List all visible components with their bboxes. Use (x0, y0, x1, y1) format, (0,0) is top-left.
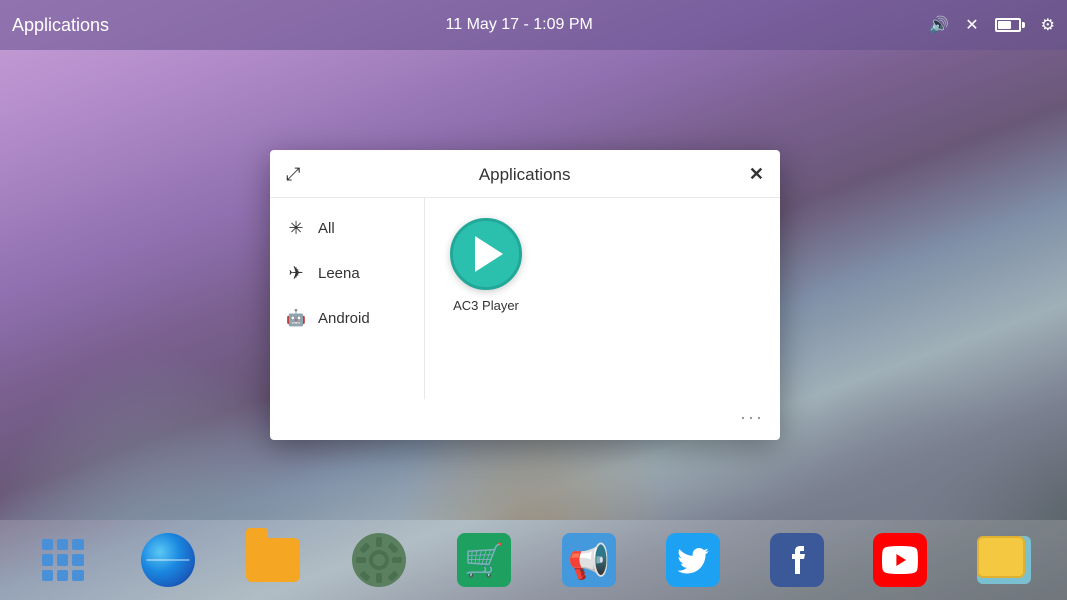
window-title: Applications (479, 165, 571, 185)
more-dots-button[interactable]: ··· (740, 407, 764, 428)
svg-text:🛒: 🛒 (464, 542, 504, 578)
topbar-title: Applications (12, 15, 109, 36)
globe-icon (141, 533, 195, 587)
taskbar-item-megaphone[interactable]: 📢 (561, 532, 617, 588)
topbar-clock: 11 May 17 - 1:09 PM (446, 16, 593, 34)
android-icon: 🤖 (286, 308, 306, 328)
taskbar-item-facebook[interactable] (770, 533, 824, 587)
window-titlebar: ⤢ Applications ✕ (270, 150, 780, 198)
sidebar-item-android[interactable]: 🤖 Android (270, 296, 424, 340)
window-sidebar: ✳ All ✈ Leena 🤖 Android (270, 198, 425, 399)
taskbar-item-browser[interactable] (140, 532, 196, 588)
expand-icon[interactable]: ⤢ (286, 164, 300, 185)
taskbar-item-cart[interactable]: 🛒 (456, 532, 512, 588)
gear-icon (352, 533, 406, 587)
battery-tip (1022, 22, 1025, 28)
megaphone-icon: 📢 (562, 533, 616, 587)
battery-icon (995, 18, 1025, 32)
leena-icon: ✈ (286, 263, 306, 284)
taskbar-item-screen[interactable] (976, 532, 1032, 588)
close-icon[interactable]: ✕ (965, 15, 978, 35)
app-label-ac3player: AC3 Player (453, 298, 519, 313)
taskbar-item-files[interactable] (245, 532, 301, 588)
twitter-icon (675, 542, 711, 578)
battery-body (995, 18, 1021, 32)
window-close-button[interactable]: ✕ (749, 164, 764, 185)
topbar: Applications 11 May 17 - 1:09 PM 🔊 ✕ ⚙ (0, 0, 1067, 50)
sidebar-label-all: All (318, 220, 335, 237)
facebook-icon (782, 542, 812, 578)
svg-text:📢: 📢 (568, 542, 610, 582)
play-triangle-icon (475, 236, 503, 272)
sidebar-label-android: Android (318, 310, 370, 327)
sidebar-label-leena: Leena (318, 265, 360, 282)
grid-icon (42, 539, 84, 581)
window-body: ✳ All ✈ Leena 🤖 Android AC3 Player (270, 198, 780, 399)
youtube-icon (882, 546, 918, 574)
topbar-icons: 🔊 ✕ ⚙ (929, 15, 1055, 35)
volume-icon[interactable]: 🔊 (929, 15, 949, 35)
folder-icon (246, 538, 300, 582)
cart-icon: 🛒 (457, 533, 511, 587)
all-icon: ✳ (286, 218, 306, 239)
screen-icon (977, 533, 1031, 587)
sidebar-item-all[interactable]: ✳ All (270, 206, 424, 251)
taskbar: 🛒 📢 (0, 520, 1067, 600)
app-window: ⤢ Applications ✕ ✳ All ✈ Leena 🤖 Android (270, 150, 780, 440)
taskbar-item-youtube[interactable] (873, 533, 927, 587)
taskbar-item-settings[interactable] (351, 532, 407, 588)
taskbar-item-grid[interactable] (35, 532, 91, 588)
taskbar-item-twitter[interactable] (666, 533, 720, 587)
settings-icon[interactable]: ⚙ (1041, 15, 1055, 35)
app-icon-ac3player (450, 218, 522, 290)
app-item-ac3player[interactable]: AC3 Player (441, 218, 531, 313)
window-content: AC3 Player (425, 198, 780, 399)
window-footer: ··· (270, 399, 780, 440)
sidebar-item-leena[interactable]: ✈ Leena (270, 251, 424, 296)
battery-fill (998, 21, 1011, 29)
